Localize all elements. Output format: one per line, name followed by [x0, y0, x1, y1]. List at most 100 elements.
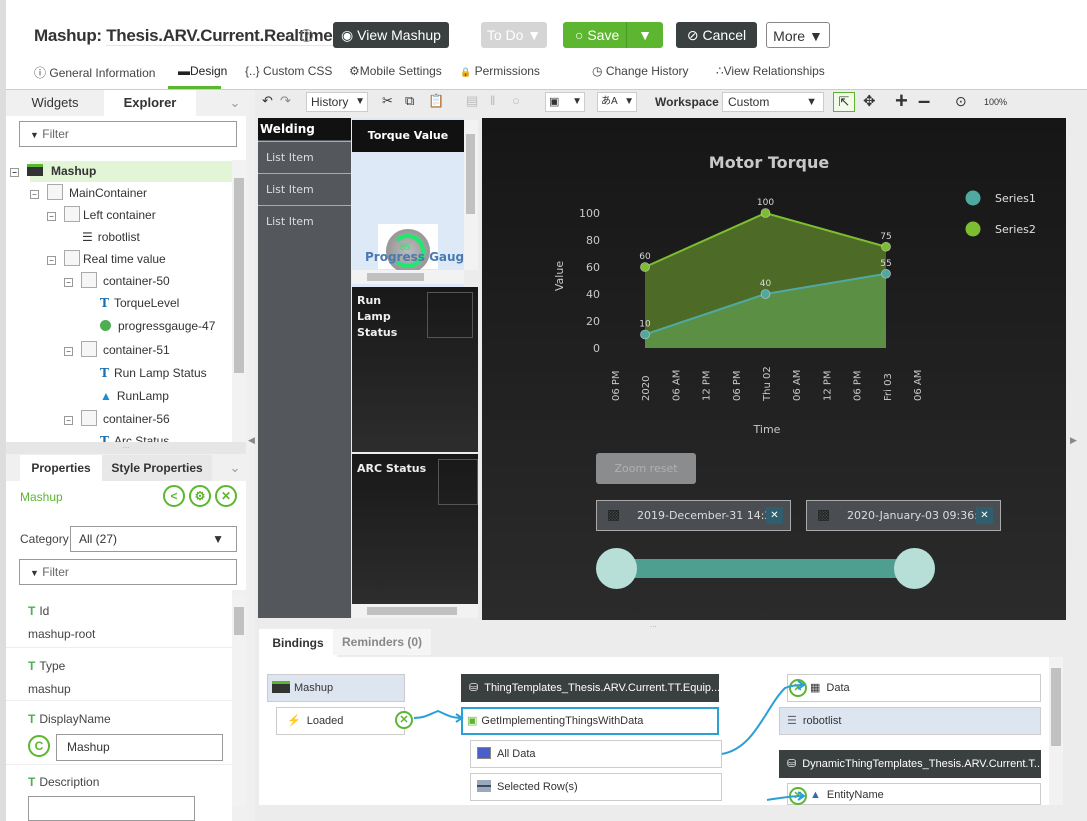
zoom-reset-button[interactable]: Zoom reset [596, 453, 696, 484]
tab-permissions[interactable]: 🔒 Permissions [460, 64, 540, 78]
redo-icon[interactable]: ↷ [280, 93, 291, 109]
bindings-scroll-thumb[interactable] [1051, 668, 1061, 746]
tree-item-real-time-value[interactable]: − Real time value [47, 248, 166, 270]
collapse-icon[interactable]: − [64, 278, 73, 287]
start-date-picker[interactable]: ▩ 2019-December-31 14:2 ✕ [596, 500, 791, 531]
tab-mobile-settings[interactable]: ⚙Mobile Settings [349, 64, 442, 78]
end-date-picker[interactable]: ▩ 2020-January-03 09:36:( ✕ [806, 500, 1001, 531]
explorer-filter-input[interactable]: ▼ Filter [19, 121, 237, 147]
y-tick-label: 20 [586, 315, 600, 328]
list-item[interactable]: List Item [258, 205, 351, 237]
panel-expand-icon[interactable]: ▶ [1070, 435, 1077, 446]
tree-item-arc-status[interactable]: T Arc Status [100, 430, 169, 442]
tree-item-torquelevel[interactable]: T TorqueLevel [100, 292, 179, 314]
mashup-icon [27, 164, 43, 176]
range-slider-start-handle[interactable] [596, 548, 637, 589]
collapse-icon[interactable]: − [64, 416, 73, 425]
torque-vscroll-thumb[interactable] [466, 134, 475, 214]
tab-style-properties[interactable]: Style Properties [102, 455, 212, 481]
history-dropdown[interactable]: History ▼ [306, 92, 368, 112]
clear-icon[interactable]: ✕ [976, 507, 993, 524]
page-title: Mashup: Thesis.ARV.Current.Realtime * [34, 26, 343, 46]
range-slider-track[interactable] [620, 559, 920, 578]
zoom-out-icon[interactable]: – [918, 88, 930, 114]
fit-icon[interactable]: ⊙ [955, 93, 967, 110]
tab-general-information[interactable]: ⓘ General Information [34, 64, 155, 81]
tree-item-left-container[interactable]: − Left container [47, 204, 156, 226]
close-icon[interactable]: ✕ [215, 485, 237, 507]
properties-filter-input[interactable]: ▼ Filter [19, 559, 237, 585]
tree-item-robotlist[interactable]: ☰ robotlist [82, 226, 140, 248]
undo-icon[interactable]: ↶ [262, 93, 273, 109]
x-axis-label: Time [753, 423, 781, 436]
tree-item-progressgauge-47[interactable]: progressgauge-47 [100, 315, 215, 337]
category-value: All (27) [79, 532, 118, 546]
pan-tool-icon[interactable]: ✥ [863, 92, 876, 110]
share-icon[interactable]: < [163, 485, 185, 507]
clear-icon[interactable]: ✕ [766, 507, 783, 524]
cancel-button[interactable]: ⊘ Cancel [676, 22, 757, 48]
locked-container-icon [64, 250, 80, 266]
copy-icon[interactable]: ⧉ [405, 93, 414, 109]
collapse-icon[interactable]: − [10, 168, 19, 177]
tab-widgets[interactable]: Widgets [6, 90, 104, 116]
collapse-chevron-icon[interactable]: ⌄ [225, 90, 245, 116]
torque-hscroll-thumb[interactable] [367, 273, 424, 281]
tab-change-history[interactable]: ◷ Change History [592, 64, 689, 78]
bottom-hscroll-thumb[interactable] [367, 607, 457, 615]
tree-item-run-lamp-status[interactable]: T Run Lamp Status [100, 362, 207, 384]
reset-icon[interactable]: C [28, 735, 50, 757]
view-mashup-button[interactable]: ◉ View Mashup [333, 22, 449, 48]
gear-icon[interactable]: ⚙ [189, 485, 211, 507]
tab-custom-css[interactable]: {..} Custom CSS [245, 64, 332, 78]
workspace-value: Custom [728, 95, 770, 109]
localization-dropdown[interactable]: あA ▼ [597, 92, 637, 112]
chart-title: Motor Torque [709, 153, 830, 172]
align-icon[interactable]: ▤ [466, 93, 478, 109]
layout-icon: ▣ [549, 96, 560, 108]
paste-icon[interactable]: 📋 [428, 93, 444, 109]
range-slider-end-handle[interactable] [894, 548, 935, 589]
layout-dropdown[interactable]: ▣ ▼ [545, 92, 585, 112]
panel-resize-handle[interactable]: ... [6, 442, 246, 454]
more-button[interactable]: More ▼ [766, 22, 830, 48]
tab-design[interactable]: ▬Design [178, 64, 227, 78]
tree-item-maincontainer[interactable]: − MainContainer [30, 182, 147, 204]
cut-icon[interactable]: ✂ [382, 93, 393, 109]
collapse-icon[interactable]: − [64, 347, 73, 356]
center-icon[interactable]: ○ [512, 93, 520, 108]
tab-explorer[interactable]: Explorer [104, 90, 196, 116]
collapse-icon[interactable]: − [47, 212, 56, 221]
collapse-chevron-icon[interactable]: ⌄ [225, 455, 245, 481]
tree-item-container-56[interactable]: − container-56 [64, 408, 170, 430]
save-dropdown-icon[interactable]: ▼ [626, 22, 663, 48]
save-button[interactable]: ○ Save ▼ [563, 22, 663, 48]
tree-item-container-50[interactable]: − container-50 [64, 270, 170, 292]
description-input[interactable] [28, 796, 195, 821]
tree-label: RunLamp [116, 389, 169, 403]
tree-item-mashup[interactable]: − Mashup [10, 160, 96, 182]
tree-item-container-51[interactable]: − container-51 [64, 339, 170, 361]
tree-item-runlamp[interactable]: ▲ RunLamp [100, 385, 169, 407]
todo-button[interactable]: To Do ▼ [481, 22, 547, 48]
tab-view-relationships[interactable]: ∴View Relationships [716, 64, 825, 78]
help-icon[interactable]: ? [300, 29, 313, 42]
data-label: 10 [639, 320, 651, 330]
properties-scroll-thumb[interactable] [234, 607, 244, 635]
displayname-input[interactable]: Mashup [56, 734, 223, 761]
zoom-in-icon[interactable]: + [895, 88, 908, 114]
legend-label: Series2 [995, 223, 1036, 236]
category-select[interactable]: All (27) ▼ [70, 526, 237, 552]
data-point [760, 208, 771, 218]
tab-properties[interactable]: Properties [20, 455, 102, 481]
data-point [640, 329, 650, 340]
list-item[interactable]: List Item [258, 173, 351, 205]
workspace-select[interactable]: Custom ▼ [722, 92, 824, 112]
list-item[interactable]: List Item [258, 141, 351, 173]
select-tool-icon[interactable]: ⇱ [833, 92, 855, 112]
distribute-icon[interactable]: ‖ [490, 93, 495, 108]
collapse-icon[interactable]: − [47, 256, 56, 265]
collapse-icon[interactable]: − [30, 190, 39, 199]
tree-scroll-thumb[interactable] [234, 178, 244, 373]
panel-collapse-icon[interactable]: ◀ [248, 435, 255, 446]
